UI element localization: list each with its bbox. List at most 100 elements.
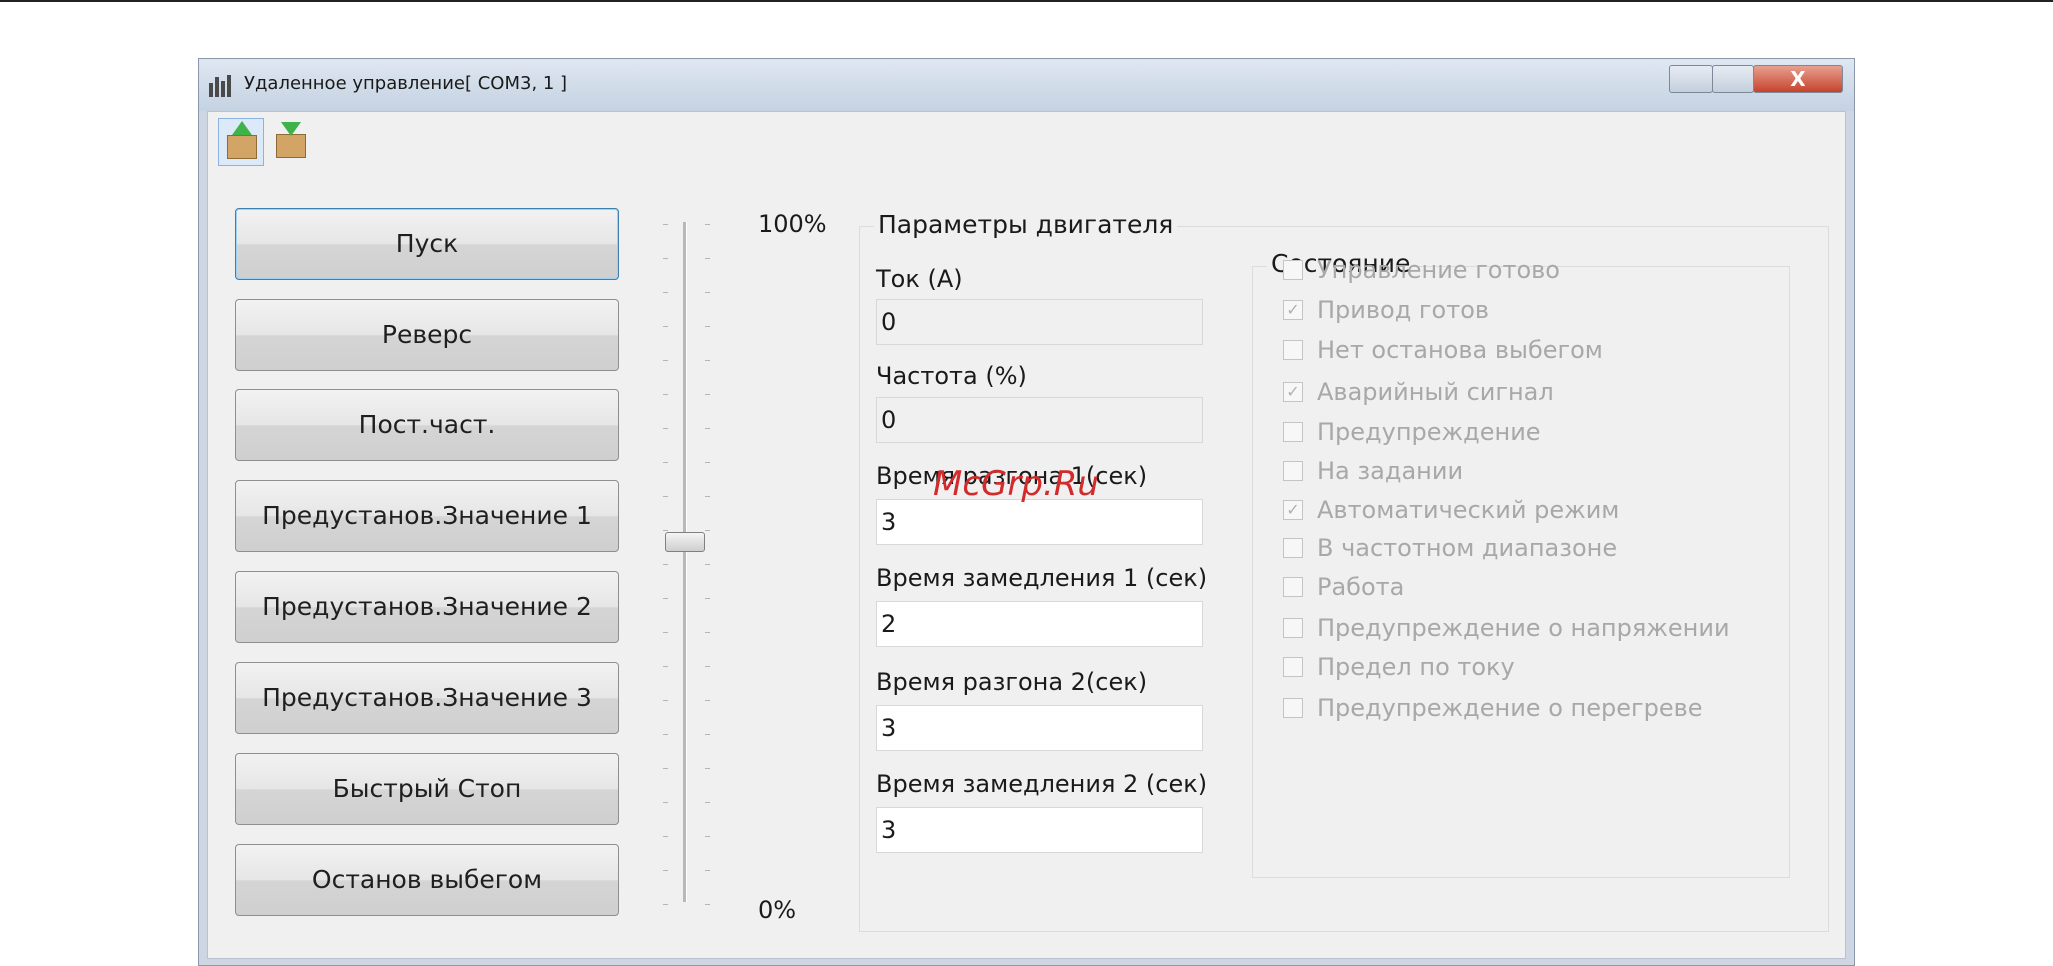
slider-tick <box>663 734 668 735</box>
decel-time-2-input[interactable]: 3 <box>876 807 1203 853</box>
slider-tick <box>705 632 710 633</box>
slider-tick <box>663 904 668 905</box>
slider-tick <box>663 394 668 395</box>
slider-tick <box>705 462 710 463</box>
preset-value-3-button[interactable]: Предустанов.Значение 3 <box>235 662 619 734</box>
slider-tick <box>663 428 668 429</box>
slider-tick <box>705 768 710 769</box>
slider-tick <box>705 496 710 497</box>
title-bar[interactable]: Удаленное управление[ COM3, 1 ] X <box>199 59 1854 111</box>
frequency-slider-track[interactable] <box>683 222 687 902</box>
checkbox-unchecked <box>1283 698 1303 718</box>
checkbox-checked: ✓ <box>1283 500 1303 520</box>
status-item-label: Предупреждение <box>1317 418 1541 446</box>
status-item-label: Управление готово <box>1317 256 1560 284</box>
slider-max-label: 100% <box>758 210 827 238</box>
slider-tick <box>663 360 668 361</box>
frequency-slider-thumb[interactable] <box>665 531 705 552</box>
checkbox-unchecked <box>1283 461 1303 481</box>
slider-tick <box>663 836 668 837</box>
slider-tick <box>705 870 710 871</box>
slider-tick <box>705 904 710 905</box>
top-border-line <box>0 0 2053 2</box>
accel-time-2-label: Время разгона 2(сек) <box>876 668 1148 696</box>
reverse-button[interactable]: Реверс <box>235 299 619 371</box>
status-item-label: В частотном диапазоне <box>1317 534 1618 562</box>
status-item-label: Предупреждение о напряжении <box>1317 614 1730 642</box>
status-item-label: Аварийный сигнал <box>1317 378 1554 406</box>
decel-time-2-label: Время замедления 2 (сек) <box>876 770 1208 798</box>
status-item-label: Работа <box>1317 573 1405 601</box>
quick-stop-button[interactable]: Быстрый Стоп <box>235 753 619 825</box>
decel-time-1-input[interactable]: 2 <box>876 601 1203 647</box>
checkbox-unchecked <box>1283 657 1303 677</box>
status-item-label: Предел по току <box>1317 653 1515 681</box>
slider-tick <box>663 462 668 463</box>
slider-tick <box>705 530 710 531</box>
slider-tick <box>663 870 668 871</box>
close-button[interactable]: X <box>1753 65 1843 93</box>
start-button[interactable]: Пуск <box>235 208 619 280</box>
checkbox-unchecked <box>1283 577 1303 597</box>
slider-tick <box>705 360 710 361</box>
checkbox-checked: ✓ <box>1283 300 1303 320</box>
slider-tick <box>663 598 668 599</box>
slider-tick <box>705 564 710 565</box>
slider-tick <box>663 666 668 667</box>
checkbox-unchecked <box>1283 340 1303 360</box>
slider-tick <box>705 258 710 259</box>
slider-tick <box>705 836 710 837</box>
slider-tick <box>705 666 710 667</box>
checkbox-unchecked <box>1283 260 1303 280</box>
decel-time-1-label: Время замедления 1 (сек) <box>876 564 1208 592</box>
slider-tick <box>705 394 710 395</box>
constant-frequency-button[interactable]: Пост.част. <box>235 389 619 461</box>
frequency-field: 0 <box>876 397 1203 443</box>
status-item-label: Привод готов <box>1317 296 1490 324</box>
accel-time-2-input[interactable]: 3 <box>876 705 1203 751</box>
slider-tick <box>663 802 668 803</box>
checkbox-unchecked <box>1283 538 1303 558</box>
maximize-button[interactable] <box>1712 65 1754 93</box>
checkbox-unchecked <box>1283 618 1303 638</box>
slider-tick <box>663 632 668 633</box>
app-icon <box>209 75 233 97</box>
accel-time-1-input[interactable]: 3 <box>876 499 1203 545</box>
slider-tick <box>705 700 710 701</box>
preset-value-2-button[interactable]: Предустанов.Значение 2 <box>235 571 619 643</box>
current-label: Ток (А) <box>876 265 963 293</box>
slider-tick <box>663 258 668 259</box>
status-item-label: На задании <box>1317 457 1464 485</box>
window-title: Удаленное управление[ COM3, 1 ] <box>244 73 568 94</box>
upload-box-icon[interactable] <box>218 118 264 166</box>
slider-tick <box>705 802 710 803</box>
status-item-label: Предупреждение о перегреве <box>1317 694 1703 722</box>
slider-tick <box>705 428 710 429</box>
remote-control-window: Удаленное управление[ COM3, 1 ] X Пуск Р… <box>198 58 1855 966</box>
preset-value-1-button[interactable]: Предустанов.Значение 1 <box>235 480 619 552</box>
slider-tick <box>663 292 668 293</box>
slider-tick <box>705 598 710 599</box>
status-item-label: Автоматический режим <box>1317 496 1620 524</box>
slider-tick <box>705 292 710 293</box>
slider-tick <box>663 224 668 225</box>
slider-tick <box>663 700 668 701</box>
slider-tick <box>705 734 710 735</box>
checkbox-unchecked <box>1283 422 1303 442</box>
checkbox-checked: ✓ <box>1283 382 1303 402</box>
slider-tick <box>705 326 710 327</box>
current-field: 0 <box>876 299 1203 345</box>
slider-tick <box>663 326 668 327</box>
slider-tick <box>663 530 668 531</box>
download-box-icon[interactable] <box>268 118 314 166</box>
slider-tick <box>705 224 710 225</box>
slider-tick <box>663 496 668 497</box>
watermark: McGrp.Ru <box>933 464 1099 504</box>
slider-tick <box>663 768 668 769</box>
coast-stop-button[interactable]: Останов выбегом <box>235 844 619 916</box>
minimize-button[interactable] <box>1669 65 1713 93</box>
client-area: Пуск Реверс Пост.част. Предустанов.Значе… <box>207 111 1846 959</box>
status-item-label: Нет останова выбегом <box>1317 336 1603 364</box>
frequency-label: Частота (%) <box>876 362 1027 390</box>
slider-min-label: 0% <box>758 896 797 924</box>
